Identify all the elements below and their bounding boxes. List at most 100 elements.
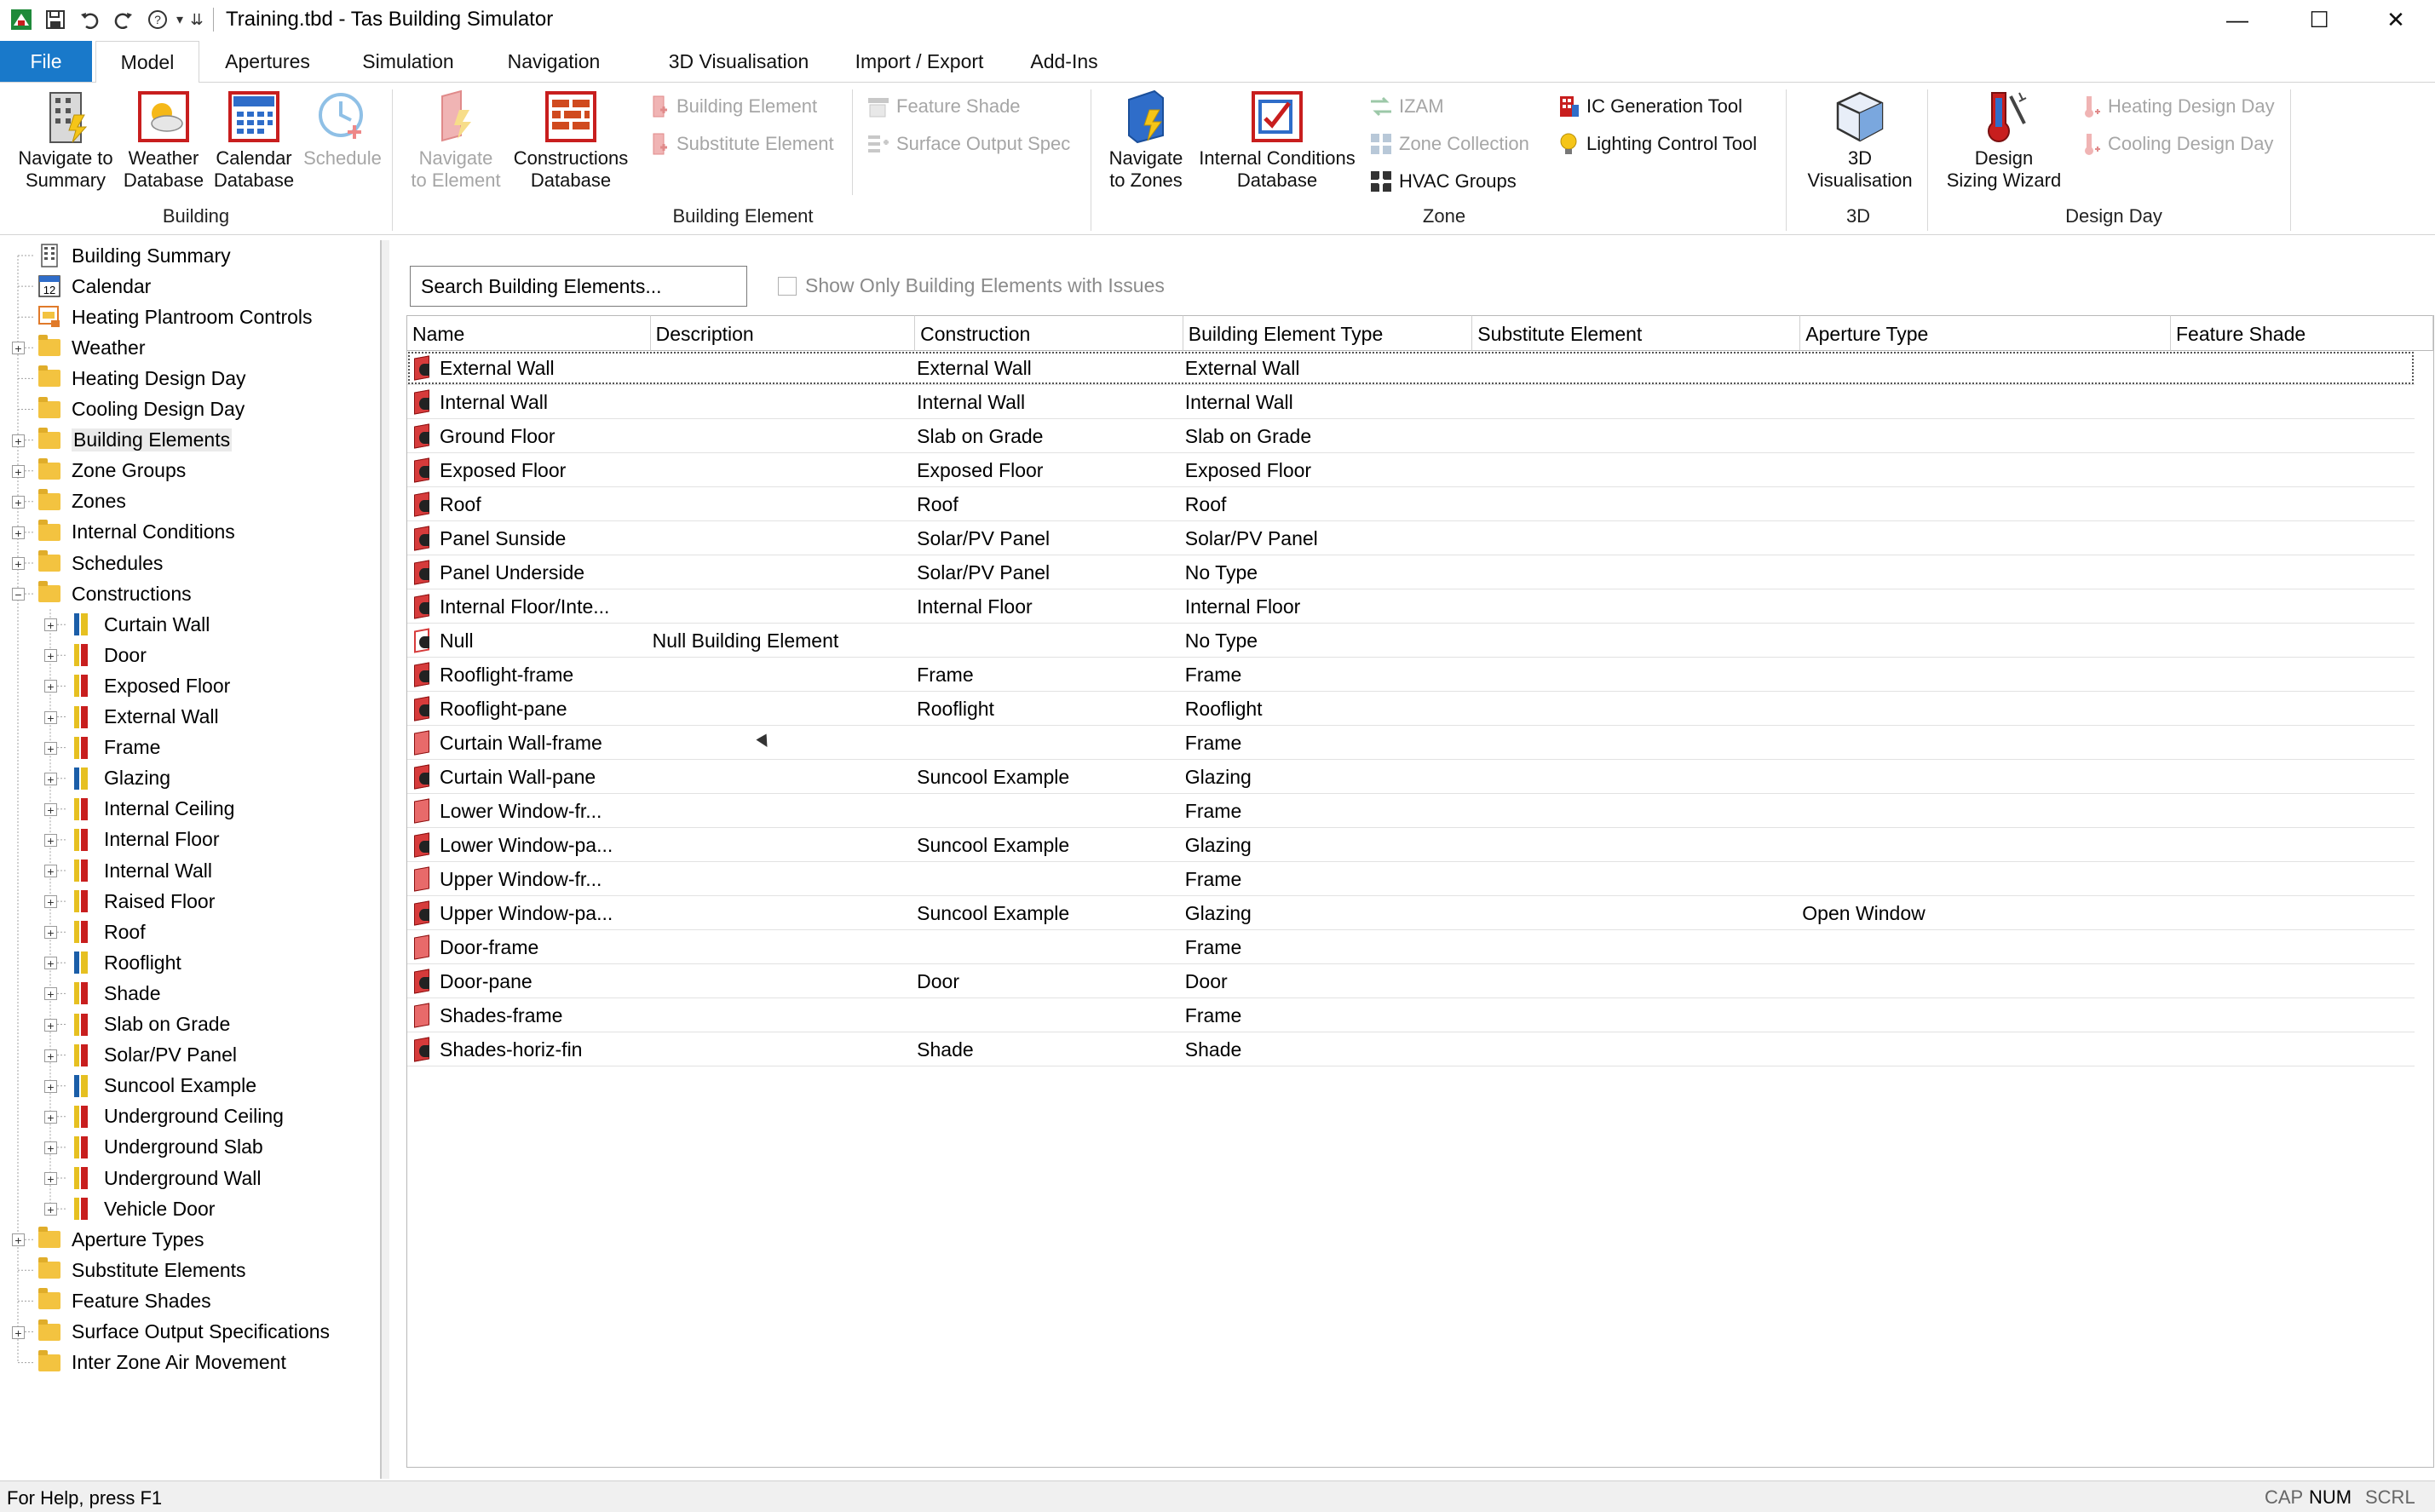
expand-icon[interactable]: +: [44, 772, 57, 785]
help-dropdown-icon[interactable]: ▾: [172, 7, 187, 32]
expand-icon[interactable]: +: [44, 618, 57, 632]
issues-checkbox[interactable]: [778, 276, 797, 296]
constructions-database-button[interactable]: Constructions Database: [511, 89, 630, 192]
heating-design-day-button[interactable]: Heating Design Day: [2077, 91, 2275, 122]
expand-icon[interactable]: +: [44, 710, 57, 724]
tab-navigation[interactable]: Navigation: [494, 41, 613, 82]
navigate-to-summary-button[interactable]: Navigate to Summary: [10, 89, 121, 192]
tree-item[interactable]: + Zone Groups: [12, 456, 186, 486]
expand-icon[interactable]: +: [44, 649, 57, 663]
column-header-building-element-type[interactable]: Building Element Type: [1183, 315, 1473, 351]
tree-item[interactable]: + Frame: [44, 733, 160, 763]
table-row[interactable]: Exposed Floor Exposed Floor Exposed Floor: [407, 453, 2415, 487]
tree-item[interactable]: + Roof: [44, 917, 146, 947]
cooling-design-day-button[interactable]: Cooling Design Day: [2077, 129, 2273, 159]
tab-import-export[interactable]: Import / Export: [838, 41, 1000, 82]
ic-generation-tool-button[interactable]: IC Generation Tool: [1556, 91, 1742, 122]
tree-item[interactable]: + Underground Slab: [44, 1132, 263, 1163]
design-sizing-wizard-button[interactable]: Design Sizing Wizard: [1934, 89, 2074, 192]
table-row[interactable]: Upper Window-fr... Frame: [407, 862, 2415, 896]
maximize-button[interactable]: ☐: [2280, 0, 2358, 39]
hvac-groups-button[interactable]: HVAC Groups: [1368, 166, 1517, 197]
expand-icon[interactable]: +: [12, 526, 25, 539]
column-header-name[interactable]: Name: [407, 315, 651, 351]
undo-icon[interactable]: [77, 7, 102, 32]
tree-item[interactable]: + Curtain Wall: [44, 609, 210, 640]
app-icon[interactable]: [9, 7, 34, 32]
3d-visualisation-button[interactable]: 3D Visualisation: [1796, 89, 1924, 192]
weather-database-button[interactable]: Weather Database: [123, 89, 204, 192]
tree-item[interactable]: + Exposed Floor: [44, 670, 230, 701]
tree-item[interactable]: + Weather: [12, 332, 146, 363]
expand-icon[interactable]: +: [44, 926, 57, 940]
tree-item[interactable]: + Building Elements: [12, 425, 233, 456]
expand-icon[interactable]: +: [44, 680, 57, 693]
expand-icon[interactable]: +: [12, 434, 25, 447]
tree-item[interactable]: + Surface Output Specifications: [12, 1317, 330, 1348]
expand-icon[interactable]: +: [12, 1325, 25, 1339]
expand-icon[interactable]: +: [12, 342, 25, 355]
tree-item[interactable]: + Zones: [12, 486, 126, 517]
tree-item[interactable]: + Glazing: [44, 763, 170, 794]
surface-output-spec-button[interactable]: Surface Output Spec: [866, 129, 1070, 159]
table-row[interactable]: External Wall External Wall External Wall: [407, 351, 2415, 385]
tree-item[interactable]: 12 Calendar: [37, 271, 151, 302]
minimize-button[interactable]: —: [2198, 0, 2277, 39]
expand-icon[interactable]: +: [44, 1079, 57, 1093]
substitute-element-button[interactable]: Substitute Element: [646, 129, 834, 159]
column-header-feature-shade[interactable]: Feature Shade: [2171, 315, 2433, 351]
internal-conditions-database-button[interactable]: Internal Conditions Database: [1189, 89, 1365, 192]
column-header-description[interactable]: Description: [650, 315, 916, 351]
table-row[interactable]: Internal Floor/Inte... Internal Floor Inte…: [407, 589, 2415, 624]
tab-model[interactable]: Model: [95, 41, 199, 83]
building-elements-grid[interactable]: Name Description Construction Building Elem…: [406, 315, 2434, 1468]
table-row[interactable]: Curtain Wall-frame Frame: [407, 726, 2415, 760]
tree-item[interactable]: Feature Shades: [37, 1285, 211, 1316]
tree-item[interactable]: Building Summary: [37, 240, 231, 271]
tree-item[interactable]: − Constructions: [12, 578, 192, 609]
tree-item[interactable]: + Internal Ceiling: [44, 794, 234, 825]
expand-icon[interactable]: +: [44, 741, 57, 755]
close-button[interactable]: ✕: [2357, 0, 2435, 39]
table-row[interactable]: Shades-horiz-fin Shade Shade: [407, 1032, 2415, 1066]
expand-icon[interactable]: +: [44, 895, 57, 909]
tree-item[interactable]: + Door: [44, 640, 147, 670]
column-header-construction[interactable]: Construction: [915, 315, 1183, 351]
tree-item[interactable]: + Schedules: [12, 548, 163, 578]
expand-icon[interactable]: +: [12, 1233, 25, 1247]
tree-item[interactable]: Substitute Elements: [37, 1255, 246, 1285]
expand-icon[interactable]: +: [44, 957, 57, 970]
table-row[interactable]: Null Null Building Element No Type: [407, 624, 2415, 658]
tab-simulation[interactable]: Simulation: [344, 41, 472, 82]
feature-shade-button[interactable]: Feature Shade: [866, 91, 1021, 122]
table-row[interactable]: Door-pane Door Door: [407, 964, 2415, 998]
calendar-database-button[interactable]: Calendar Database: [211, 89, 296, 192]
tree-item[interactable]: Inter Zone Air Movement: [37, 1348, 286, 1378]
lighting-control-tool-button[interactable]: Lighting Control Tool: [1556, 129, 1757, 159]
expand-icon[interactable]: +: [44, 987, 57, 1001]
building-element-button[interactable]: Building Element: [646, 91, 817, 122]
collapse-icon[interactable]: −: [12, 588, 25, 601]
tree-item[interactable]: + Aperture Types: [12, 1224, 204, 1255]
table-row[interactable]: Lower Window-pa... Suncool Example Glazing: [407, 828, 2415, 862]
table-row[interactable]: Rooflight-pane Rooflight Rooflight: [407, 692, 2415, 726]
table-row[interactable]: Upper Window-pa... Suncool Example Glazing…: [407, 896, 2415, 930]
expand-icon[interactable]: +: [44, 1049, 57, 1062]
search-input[interactable]: [410, 266, 747, 307]
tree-item[interactable]: + Solar/PV Panel: [44, 1040, 237, 1071]
tree-item[interactable]: Heating Plantroom Controls: [37, 302, 313, 332]
tree-item[interactable]: + Internal Wall: [44, 855, 212, 886]
expand-icon[interactable]: +: [44, 833, 57, 847]
expand-icon[interactable]: +: [44, 865, 57, 877]
navigate-to-element-button[interactable]: Navigate to Element: [400, 89, 511, 192]
table-row[interactable]: Lower Window-fr... Frame: [407, 794, 2415, 828]
table-row[interactable]: Rooflight-frame Frame Frame: [407, 658, 2415, 692]
tree-item[interactable]: + Rooflight: [44, 947, 181, 978]
tree-item[interactable]: + Raised Floor: [44, 886, 215, 917]
expand-icon[interactable]: +: [44, 1141, 57, 1154]
table-row[interactable]: Internal Wall Internal Wall Internal Wall: [407, 385, 2415, 419]
tab-add-ins[interactable]: Add-Ins: [1017, 41, 1111, 82]
table-row[interactable]: Curtain Wall-pane Suncool Example Glazing: [407, 760, 2415, 794]
tree-item[interactable]: + Internal Floor: [44, 825, 220, 855]
expand-icon[interactable]: +: [44, 1110, 57, 1124]
